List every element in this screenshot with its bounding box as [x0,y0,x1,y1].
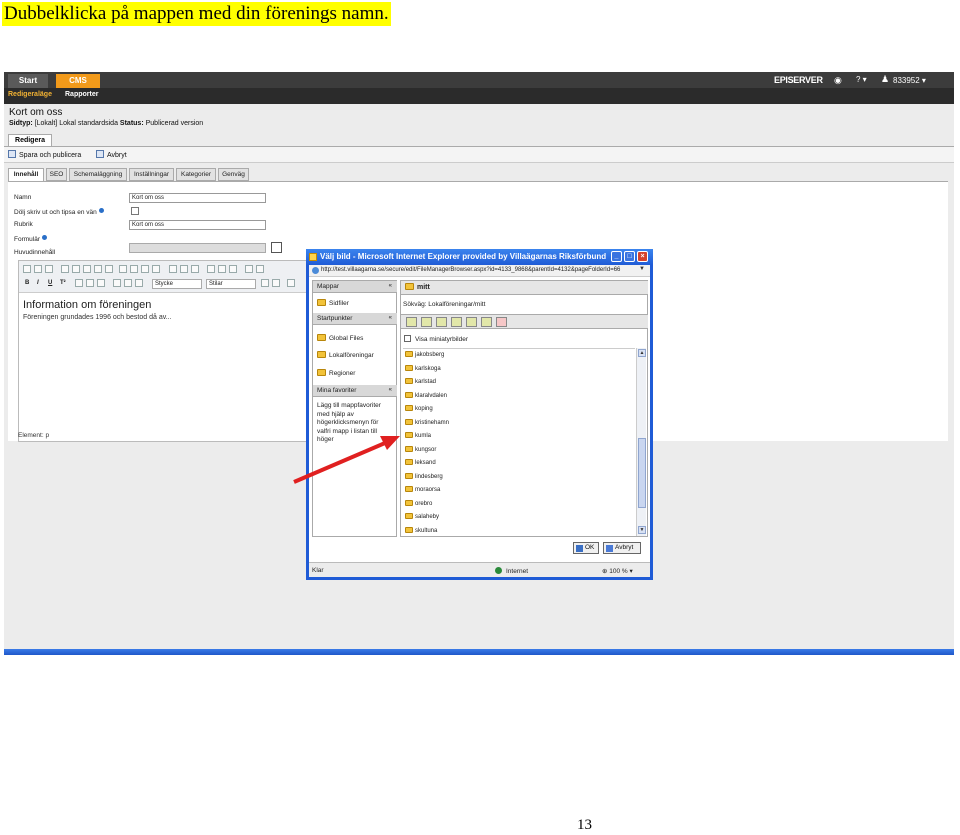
annotation-arrow [293,441,386,484]
page-number: 13 [577,817,592,833]
annotation-arrow-layer [293,436,400,484]
